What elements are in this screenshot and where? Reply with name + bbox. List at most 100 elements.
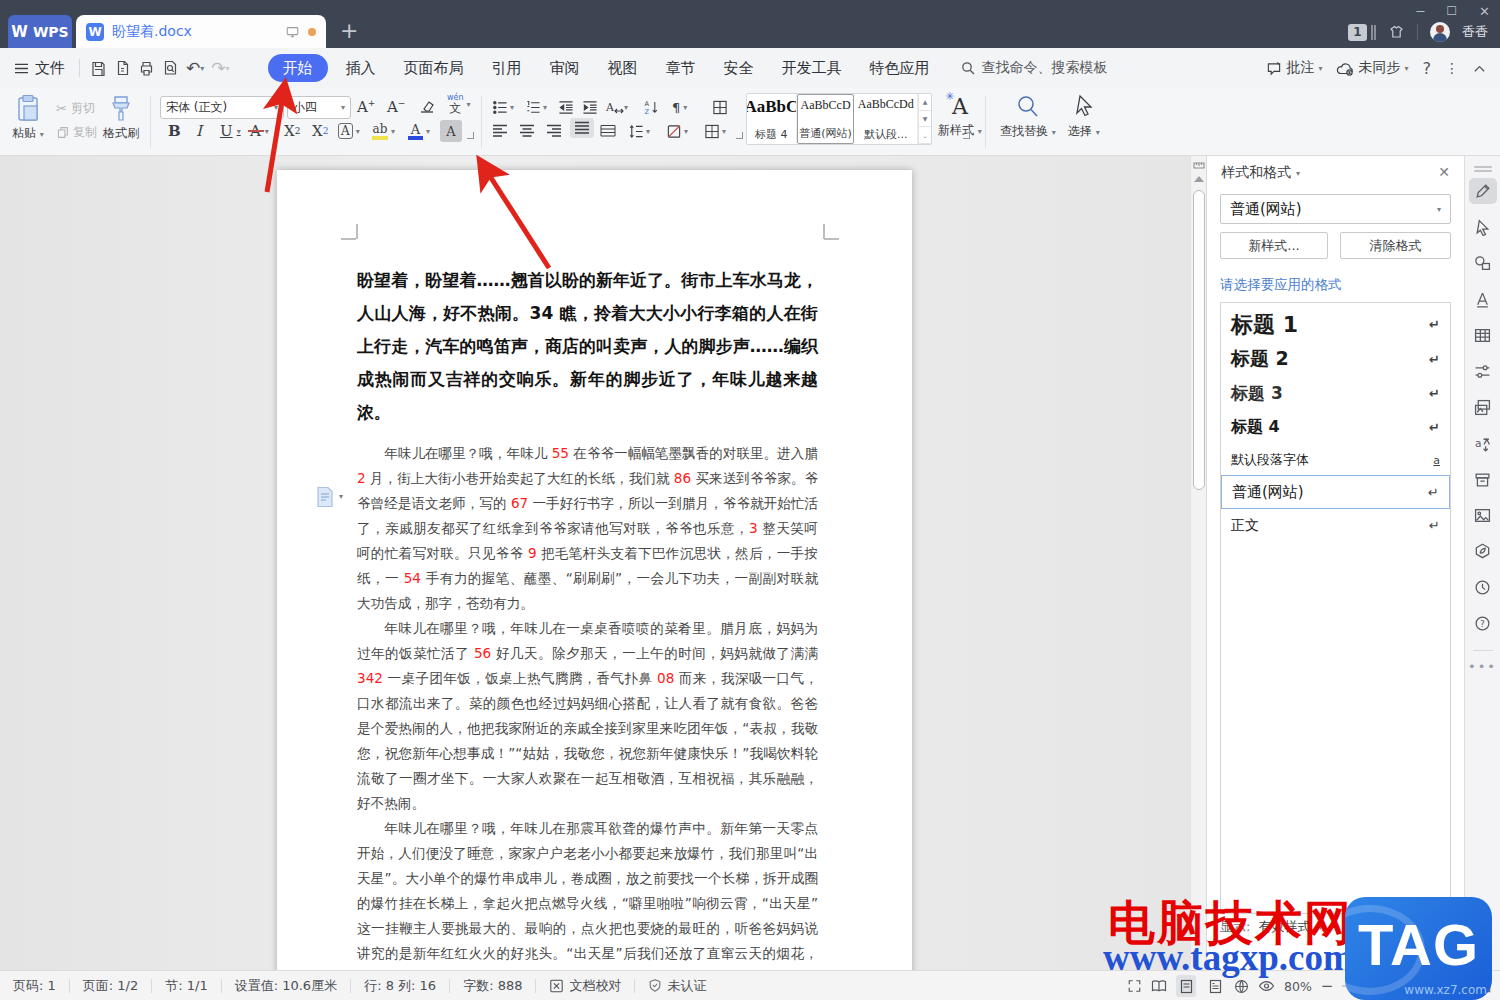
style-item-标题 2[interactable]: 标题 2↵: [1221, 342, 1450, 376]
scrollbar-thumb[interactable]: [1193, 190, 1205, 490]
italic-button[interactable]: I: [196, 120, 202, 142]
menu-tab-页面布局[interactable]: 页面布局: [390, 54, 478, 82]
close-button[interactable]: ✕: [1479, 4, 1490, 19]
styles-panel-title[interactable]: 样式和格式▾: [1221, 164, 1300, 182]
highlight-button[interactable]: ab▾: [372, 120, 395, 142]
privacy-icon[interactable]: [1469, 538, 1497, 564]
maximize-button[interactable]: ☐: [1446, 4, 1457, 19]
style-card[interactable]: AaBbC标题 4: [747, 94, 797, 144]
style-item-标题 4[interactable]: 标题 4↵: [1221, 410, 1450, 444]
box-icon[interactable]: [1469, 466, 1497, 492]
collapse-ribbon-button[interactable]: [1473, 64, 1486, 73]
comment-button[interactable]: 批注▾: [1266, 59, 1322, 77]
status-item[interactable]: 设置值: 10.6厘米: [222, 977, 350, 995]
style-item-普通(网站)[interactable]: 普通(网站)↵: [1221, 475, 1450, 509]
line-spacing-button[interactable]: ▾: [628, 120, 650, 142]
menu-tab-特色应用[interactable]: 特色应用: [856, 54, 944, 82]
style-combo[interactable]: 普通(网站)▾: [1220, 194, 1451, 224]
sort-button[interactable]: AZ: [644, 96, 660, 118]
menu-tab-开始[interactable]: 开始: [268, 54, 328, 82]
increase-font-button[interactable]: A+: [357, 96, 375, 118]
font-name-select[interactable]: 宋体 (正文)▾: [160, 96, 284, 119]
justify-button[interactable]: [570, 118, 594, 138]
shading-button[interactable]: ▾: [666, 120, 688, 142]
paste-button[interactable]: 粘贴 ▾: [12, 94, 44, 142]
align-right-button[interactable]: [546, 120, 562, 142]
gallery-scroll[interactable]: ▲▼⌄: [918, 94, 931, 144]
align-left-button[interactable]: [492, 120, 508, 142]
cert-status[interactable]: 未认证: [635, 977, 719, 995]
history-icon[interactable]: [1469, 574, 1497, 600]
paragraph[interactable]: 年味儿在哪里？哦，年味儿在一桌桌香喷喷的菜肴里。腊月底，妈妈为过年的饭菜忙活了 …: [357, 616, 818, 816]
bold-button[interactable]: B: [168, 120, 181, 142]
skin-icon[interactable]: [1388, 24, 1405, 40]
web-view-icon[interactable]: [1234, 979, 1249, 994]
font-color-button[interactable]: A▾: [408, 120, 430, 142]
numbering-button[interactable]: ▾: [525, 96, 547, 118]
drag-handle-icon[interactable]: [1474, 166, 1492, 168]
menu-tab-引用[interactable]: 引用: [478, 54, 536, 82]
print-button[interactable]: [138, 60, 155, 76]
monitor-icon[interactable]: [285, 25, 300, 39]
style-card[interactable]: AaBbCcD普通(网站): [797, 94, 855, 144]
eye-icon[interactable]: [1258, 979, 1275, 993]
menu-tab-审阅[interactable]: 审阅: [536, 54, 594, 82]
scroll-up-icon[interactable]: [1194, 176, 1204, 182]
decrease-indent-button[interactable]: [558, 96, 574, 118]
underline-button[interactable]: U▾: [220, 120, 241, 142]
settings-icon[interactable]: [1469, 358, 1497, 384]
clear-format-panel-button[interactable]: 清除格式: [1340, 232, 1451, 259]
increase-indent-button[interactable]: [582, 96, 598, 118]
more-tools-icon[interactable]: •••: [1468, 659, 1497, 674]
borders-button[interactable]: ▾: [704, 120, 726, 142]
menu-tab-章节[interactable]: 章节: [652, 54, 710, 82]
read-mode-icon[interactable]: [1151, 979, 1167, 993]
status-item[interactable]: 字数: 888: [450, 977, 535, 995]
gallery-icon[interactable]: [1469, 394, 1497, 420]
window-count-badge[interactable]: 1: [1348, 24, 1367, 41]
character-border-button[interactable]: A▾: [338, 120, 360, 142]
char-scale-button[interactable]: A▾: [606, 96, 628, 118]
font-size-select[interactable]: 小四▾: [287, 96, 351, 119]
format-painter-button[interactable]: 格式刷: [103, 94, 139, 142]
text-tool-button[interactable]: [712, 96, 728, 118]
spellcheck-status[interactable]: 文档校对: [536, 977, 634, 995]
help-button[interactable]: ?: [1423, 59, 1432, 78]
edit-icon[interactable]: [1469, 178, 1497, 204]
status-item[interactable]: 行: 8 列: 16: [351, 977, 449, 995]
style-item-默认段落字体[interactable]: 默认段落字体a: [1221, 444, 1450, 475]
document-page[interactable]: 盼望着，盼望着……翘首以盼的新年近了。街市上车水马龙，人山人海，好不热闹。34 …: [277, 170, 912, 970]
decrease-font-button[interactable]: A−: [387, 96, 405, 118]
new-style-panel-button[interactable]: 新样式...: [1220, 232, 1328, 259]
wordart-icon[interactable]: [1469, 286, 1497, 312]
minimize-button[interactable]: ─: [1417, 4, 1425, 19]
cursor-icon[interactable]: [1469, 214, 1497, 240]
paragraph[interactable]: 年味儿在哪里？哦，年味儿在那震耳欲聋的爆竹声中。新年第一天零点开始，人们便没了睡…: [357, 816, 818, 970]
image-icon[interactable]: [1469, 502, 1497, 528]
style-card[interactable]: AaBbCcDd默认段...: [854, 94, 918, 144]
export-pdf-button[interactable]: [114, 60, 131, 76]
help-icon[interactable]: ?: [1469, 610, 1497, 636]
status-item[interactable]: 节: 1/1: [152, 977, 220, 995]
print-preview-button[interactable]: [162, 60, 179, 76]
style-item-标题 1[interactable]: 标题 1↵: [1221, 307, 1450, 342]
command-search[interactable]: 查找命令、搜索模板: [960, 59, 1108, 77]
vertical-scrollbar[interactable]: [1190, 156, 1206, 970]
wps-home-tab[interactable]: WWPS: [8, 15, 72, 48]
superscript-button[interactable]: X2: [284, 120, 300, 142]
align-center-button[interactable]: [519, 120, 535, 142]
menu-tab-安全[interactable]: 安全: [710, 54, 768, 82]
distribute-button[interactable]: [600, 120, 616, 142]
cut-button[interactable]: ✂剪切: [56, 100, 95, 117]
shapes-icon[interactable]: [1469, 250, 1497, 276]
paragraph[interactable]: 盼望着，盼望着……翘首以盼的新年近了。街市上车水马龙，人山人海，好不热闹。34 …: [357, 264, 818, 429]
sync-status-button[interactable]: 未同步▾: [1336, 59, 1408, 77]
strikethrough-button[interactable]: A▾: [250, 120, 269, 142]
menu-tab-开发工具[interactable]: 开发工具: [768, 54, 856, 82]
paragraph[interactable]: 年味儿在哪里？哦，年味儿 55 在爷爷一幅幅笔墨飘香的对联里。进入腊 2 月，街…: [357, 441, 818, 616]
phonetic-guide-button[interactable]: wén文▾: [447, 93, 471, 115]
subscript-button[interactable]: X2: [312, 120, 328, 142]
fullscreen-icon[interactable]: [1127, 979, 1142, 993]
show-marks-button[interactable]: ¶▾: [672, 96, 687, 118]
redo-button[interactable]: ↷▾: [211, 58, 229, 78]
